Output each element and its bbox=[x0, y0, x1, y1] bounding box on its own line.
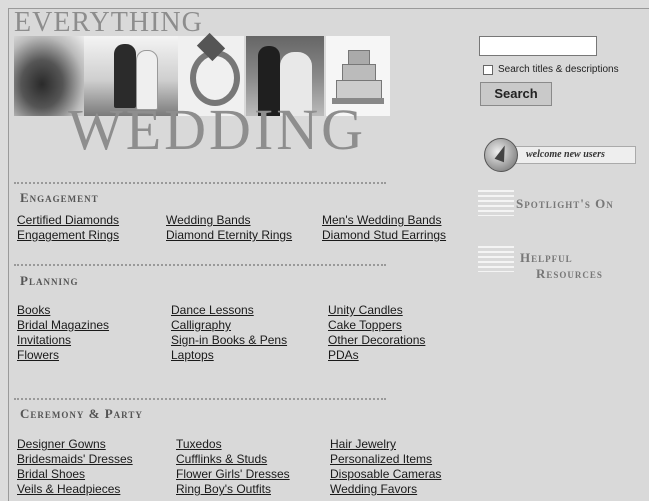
welcome-new-users-button[interactable]: welcome new users bbox=[484, 138, 642, 172]
helpful-resources-link[interactable]: Helpful Resources bbox=[478, 242, 649, 288]
link-sign-in-books-pens[interactable]: Sign-in Books & Pens bbox=[171, 333, 328, 348]
link-disposable-cameras[interactable]: Disposable Cameras bbox=[330, 467, 441, 482]
link-ring-boys-outfits[interactable]: Ring Boy's Outfits bbox=[176, 482, 330, 497]
link-personalized-items[interactable]: Personalized Items bbox=[330, 452, 441, 467]
link-mens-wedding-bands[interactable]: Men's Wedding Bands bbox=[322, 213, 446, 228]
section-divider bbox=[14, 398, 386, 401]
link-unity-candles[interactable]: Unity Candles bbox=[328, 303, 425, 318]
link-certified-diamonds[interactable]: Certified Diamonds bbox=[17, 213, 166, 228]
link-cake-toppers[interactable]: Cake Toppers bbox=[328, 318, 425, 333]
link-pdas[interactable]: PDAs bbox=[328, 348, 425, 363]
link-wedding-bands[interactable]: Wedding Bands bbox=[166, 213, 322, 228]
planning-links: Books Bridal Magazines Invitations Flowe… bbox=[17, 303, 425, 363]
section-heading-ceremony-party: Ceremony & Party bbox=[20, 406, 143, 421]
link-veils-headpieces[interactable]: Veils & Headpieces bbox=[17, 482, 176, 497]
link-laptops[interactable]: Laptops bbox=[171, 348, 328, 363]
link-dance-lessons[interactable]: Dance Lessons bbox=[171, 303, 328, 318]
spotlight-label: Spotlight's On bbox=[516, 196, 614, 211]
section-divider bbox=[14, 264, 386, 267]
rays-icon bbox=[478, 246, 514, 272]
search-input[interactable] bbox=[479, 36, 597, 56]
link-cufflinks-studs[interactable]: Cufflinks & Studs bbox=[176, 452, 330, 467]
search-descriptions-checkbox[interactable] bbox=[483, 65, 493, 75]
link-other-decorations[interactable]: Other Decorations bbox=[328, 333, 425, 348]
link-tuxedos[interactable]: Tuxedos bbox=[176, 437, 330, 452]
welcome-label: welcome new users bbox=[526, 149, 605, 160]
link-engagement-rings[interactable]: Engagement Rings bbox=[17, 228, 166, 243]
site-title-top: EVERYTHING bbox=[14, 7, 203, 38]
link-calligraphy[interactable]: Calligraphy bbox=[171, 318, 328, 333]
helpful-label-line2: Resources bbox=[536, 266, 603, 281]
section-divider bbox=[14, 182, 386, 185]
link-designer-gowns[interactable]: Designer Gowns bbox=[17, 437, 176, 452]
link-invitations[interactable]: Invitations bbox=[17, 333, 171, 348]
link-bridesmaids-dresses[interactable]: Bridesmaids' Dresses bbox=[17, 452, 176, 467]
search-descriptions-label: Search titles & descriptions bbox=[498, 64, 619, 75]
section-heading-planning: Planning bbox=[20, 273, 79, 288]
link-bridal-magazines[interactable]: Bridal Magazines bbox=[17, 318, 171, 333]
site-title-wedding: WEDDING bbox=[68, 97, 367, 162]
link-flowers[interactable]: Flowers bbox=[17, 348, 171, 363]
link-diamond-eternity-rings[interactable]: Diamond Eternity Rings bbox=[166, 228, 322, 243]
link-hair-jewelry[interactable]: Hair Jewelry bbox=[330, 437, 441, 452]
link-books[interactable]: Books bbox=[17, 303, 171, 318]
link-wedding-favors[interactable]: Wedding Favors bbox=[330, 482, 441, 497]
link-diamond-stud-earrings[interactable]: Diamond Stud Earrings bbox=[322, 228, 446, 243]
section-heading-engagement: Engagement bbox=[20, 190, 99, 205]
rays-icon bbox=[478, 190, 514, 216]
engagement-links: Certified Diamonds Engagement Rings Wedd… bbox=[17, 213, 446, 243]
link-bridal-shoes[interactable]: Bridal Shoes bbox=[17, 467, 176, 482]
search-button[interactable]: Search bbox=[480, 82, 552, 106]
link-flower-girls-dresses[interactable]: Flower Girls' Dresses bbox=[176, 467, 330, 482]
ceremony-party-links: Designer Gowns Bridesmaids' Dresses Brid… bbox=[17, 437, 441, 497]
spotlight-on-link[interactable]: Spotlight's On bbox=[478, 186, 649, 220]
helpful-label-line1: Helpful bbox=[520, 250, 573, 265]
